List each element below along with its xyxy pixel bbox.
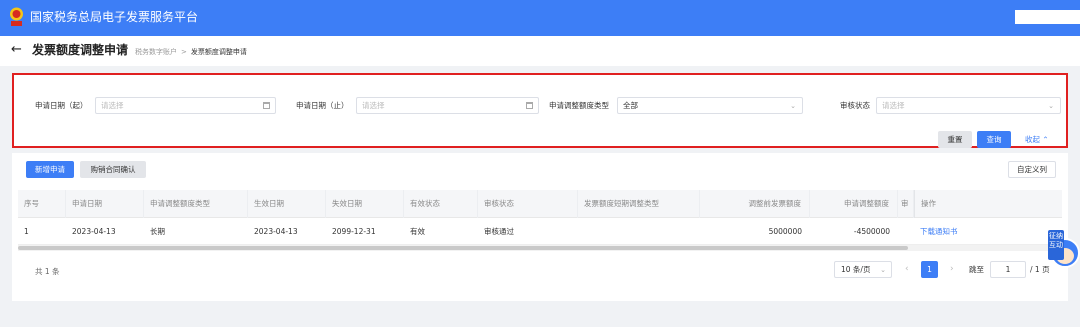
column-header: 发票额度短期调整类型 (578, 190, 700, 218)
table-cell: -4500000 (853, 227, 890, 236)
column-header: 审 (898, 190, 914, 218)
column-header: 审核状态 (478, 190, 578, 218)
column-header: 操作 (914, 190, 1062, 218)
filter-panel: 申请日期（起） 请选择 申请日期（止） 请选择 申请调整额度类型 全部 ⌄ 审核… (12, 73, 1068, 148)
total-count: 共 1 条 (35, 267, 60, 276)
table-row: 1 2023-04-13 长期 2023-04-13 2099-12-31 有效… (18, 218, 1062, 245)
breadcrumb-item[interactable]: 税务数字账户 (135, 48, 177, 56)
jump-label: 跳至 (969, 265, 984, 274)
review-status-placeholder: 请选择 (882, 101, 905, 110)
breadcrumb: 税务数字账户 > 发票额度调整申请 (135, 47, 247, 57)
column-header: 申请调整额度类型 (144, 190, 248, 218)
app-title: 国家税务总局电子发票服务平台 (30, 10, 199, 24)
review-status-label: 审核状态 (840, 101, 870, 110)
calendar-icon (526, 102, 533, 109)
query-button[interactable]: 查询 (977, 131, 1011, 148)
contract-confirm-button[interactable]: 购销合同确认 (80, 161, 146, 178)
table-cell: 长期 (150, 227, 165, 236)
table-cell (898, 218, 914, 245)
chevron-down-icon: ⌄ (880, 266, 886, 274)
download-notice-link[interactable]: 下载通知书 (914, 218, 1062, 245)
adjust-type-value: 全部 (623, 101, 638, 110)
results-panel: 新增申请 购销合同确认 自定义列 序号 申请日期 申请调整额度类型 生效日期 失… (12, 153, 1068, 301)
adjust-type-select[interactable]: 全部 ⌄ (617, 97, 803, 114)
start-date-label: 申请日期（起） (35, 101, 88, 110)
top-bar: 国家税务总局电子发票服务平台 (0, 0, 1080, 36)
page-header: ← 发票额度调整申请 税务数字账户 > 发票额度调整申请 (0, 36, 1080, 66)
new-application-button[interactable]: 新增申请 (26, 161, 74, 178)
column-header: 有效状态 (404, 190, 478, 218)
column-header: 申请日期 (66, 190, 144, 218)
column-header: 生效日期 (248, 190, 326, 218)
breadcrumb-separator-icon: > (181, 48, 187, 56)
table-header: 序号 申请日期 申请调整额度类型 生效日期 失效日期 有效状态 审核状态 发票额… (18, 190, 1062, 218)
jump-page-input[interactable]: 1 (990, 261, 1026, 278)
breadcrumb-item-current: 发票额度调整申请 (190, 48, 247, 56)
review-status-select[interactable]: 请选择 ⌄ (876, 97, 1061, 114)
tax-emblem-icon (10, 7, 23, 26)
page-title: 发票额度调整申请 (32, 43, 129, 57)
chevron-up-icon: ⌃ (1042, 135, 1049, 144)
column-header: 调整前发票额度 (700, 190, 810, 218)
page-number-current[interactable]: 1 (921, 261, 938, 278)
page-size-value: 10 条/页 (841, 265, 871, 274)
end-date-label: 申请日期（止） (296, 101, 349, 110)
column-header: 序号 (18, 190, 66, 218)
horizontal-scrollbar[interactable] (18, 245, 1062, 251)
table-cell: 2023-04-13 (254, 227, 298, 236)
chevron-down-icon: ⌄ (790, 102, 796, 110)
end-date-placeholder: 请选择 (362, 101, 385, 110)
collapse-toggle[interactable]: 收起 ⌃ (1025, 135, 1049, 145)
prev-page-icon[interactable]: ‹ (905, 263, 909, 275)
collapse-label: 收起 (1025, 135, 1040, 144)
table-cell: 2023-04-13 (72, 227, 116, 236)
table-cell: 2099-12-31 (332, 227, 376, 236)
table-cell: 有效 (410, 227, 425, 236)
assistant-label: 征纳互动 (1048, 230, 1064, 260)
start-date-placeholder: 请选择 (101, 101, 124, 110)
calendar-icon (263, 102, 270, 109)
table-cell: 1 (24, 227, 29, 236)
user-menu[interactable] (1015, 10, 1080, 24)
column-header: 申请调整额度 (810, 190, 898, 218)
adjust-type-label: 申请调整额度类型 (549, 101, 609, 110)
custom-columns-button[interactable]: 自定义列 (1008, 161, 1056, 178)
assistant-widget[interactable]: 征纳互动 (1046, 230, 1080, 276)
table-cell: 5000000 (768, 227, 802, 236)
table-cell: 审核通过 (484, 227, 514, 236)
column-header: 失效日期 (326, 190, 404, 218)
end-date-picker[interactable]: 请选择 (356, 97, 539, 114)
start-date-picker[interactable]: 请选择 (95, 97, 276, 114)
scrollbar-thumb[interactable] (18, 246, 908, 250)
next-page-icon[interactable]: › (950, 263, 954, 275)
reset-button[interactable]: 重置 (938, 131, 972, 148)
page-size-select[interactable]: 10 条/页 ⌄ (834, 261, 892, 278)
chevron-down-icon: ⌄ (1048, 102, 1054, 110)
table-cell (578, 218, 700, 245)
back-arrow-icon[interactable]: ← (11, 42, 22, 58)
